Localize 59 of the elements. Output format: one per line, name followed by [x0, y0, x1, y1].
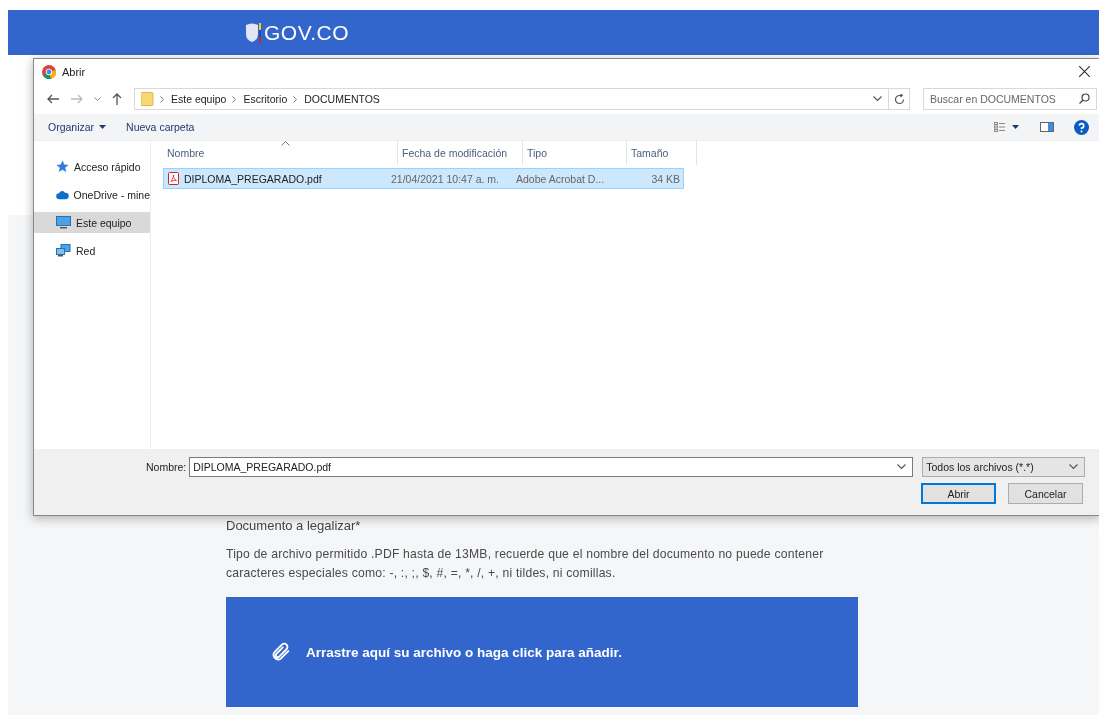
breadcrumb-item[interactable]: DOCUMENTOS: [304, 93, 380, 105]
browser-logo-icon: [42, 64, 56, 79]
chevron-right-icon: [232, 95, 238, 103]
breadcrumb-item[interactable]: Este equipo: [171, 93, 227, 105]
chevron-down-icon: [1069, 464, 1079, 470]
field-label: Documento a legalizar*: [226, 518, 362, 533]
nav-item[interactable]: Red: [34, 240, 150, 261]
file-size: 34 KB: [650, 172, 681, 185]
file-row[interactable]: DIPLOMA_PREGARADO.pdf 21/04/2021 10:47 a. m. Adobe Acrobat D... 34 KB: [163, 168, 684, 189]
up-arrow-icon: [112, 93, 122, 105]
search-icon: [1079, 93, 1090, 104]
help-button[interactable]: [1072, 117, 1091, 137]
logo-text: GOV.CO: [264, 20, 350, 45]
monitor-icon: [56, 216, 71, 229]
organize-menu[interactable]: Organizar: [42, 119, 113, 135]
file-type: Adobe Acrobat D...: [515, 172, 606, 185]
file-type-dropdown[interactable]: Todos los archivos (*.*): [922, 457, 1086, 477]
forward-arrow-icon: [71, 94, 83, 104]
coat-of-arms-icon: [243, 21, 261, 44]
window-title: Abrir: [62, 65, 86, 78]
nav-item[interactable]: Este equipo: [34, 212, 150, 233]
back-arrow-icon: [47, 94, 59, 104]
nav-item[interactable]: Acceso rápido: [34, 156, 150, 177]
column-header[interactable]: Tipo: [523, 141, 627, 165]
pdf-file-icon: [168, 172, 179, 185]
details-view-icon: [994, 122, 1020, 132]
cloud-icon: [56, 189, 69, 200]
close-icon: [1078, 66, 1090, 77]
refresh-icon[interactable]: [893, 93, 905, 105]
open-button[interactable]: Abrir: [921, 483, 996, 504]
chevron-down-icon: [897, 464, 907, 470]
preview-pane-button[interactable]: [1038, 120, 1056, 134]
filename-field[interactable]: DIPLOMA_PREGARADO.pdf: [189, 457, 914, 477]
chevron-right-icon: [160, 95, 165, 103]
breadcrumb-item[interactable]: Escritorio: [243, 93, 288, 105]
paperclip-icon: [270, 641, 292, 663]
address-bar[interactable]: Este equipo Escritorio DOCUMENTOS: [134, 88, 910, 110]
folder-icon: [141, 92, 154, 106]
view-options-button[interactable]: [992, 120, 1022, 134]
help-icon: [1074, 119, 1089, 135]
star-icon: [56, 160, 69, 173]
chevron-right-icon: [293, 95, 299, 103]
search-field[interactable]: Buscar en DOCUMENTOS: [923, 88, 1097, 110]
nav-item[interactable]: OneDrive - mine: [34, 184, 150, 205]
file-name: DIPLOMA_PREGARADO.pdf: [184, 172, 322, 185]
filename-label: Nombre:: [146, 461, 187, 473]
cancel-button[interactable]: Cancelar: [1008, 483, 1083, 504]
chevron-down-icon[interactable]: [873, 96, 882, 102]
preview-pane-icon: [1040, 122, 1054, 132]
caret-icon: [99, 125, 107, 129]
network-icon: [56, 244, 71, 257]
modified-date: 21/04/2021 10:47 a. m.: [390, 172, 500, 185]
new-folder-button[interactable]: Nueva carpeta: [120, 119, 201, 135]
column-header[interactable]: Tamaño: [627, 141, 697, 165]
chevron-down-icon: [93, 96, 101, 102]
hint-text: Tipo de archivo permitido .PDF hasta de 13MB, recuerde que el nombre del documento no puede contener caracteres especiales como: -, :, ;, $, #, =, *, /, +, ni tildes, ni comillas.: [226, 546, 825, 582]
column-header[interactable]: Fecha de modificación: [398, 141, 523, 165]
column-header[interactable]: Nombre: [163, 141, 398, 165]
upload-dropzone[interactable]: Arrastre aquí su archivo o haga click para añadir.: [226, 597, 858, 707]
